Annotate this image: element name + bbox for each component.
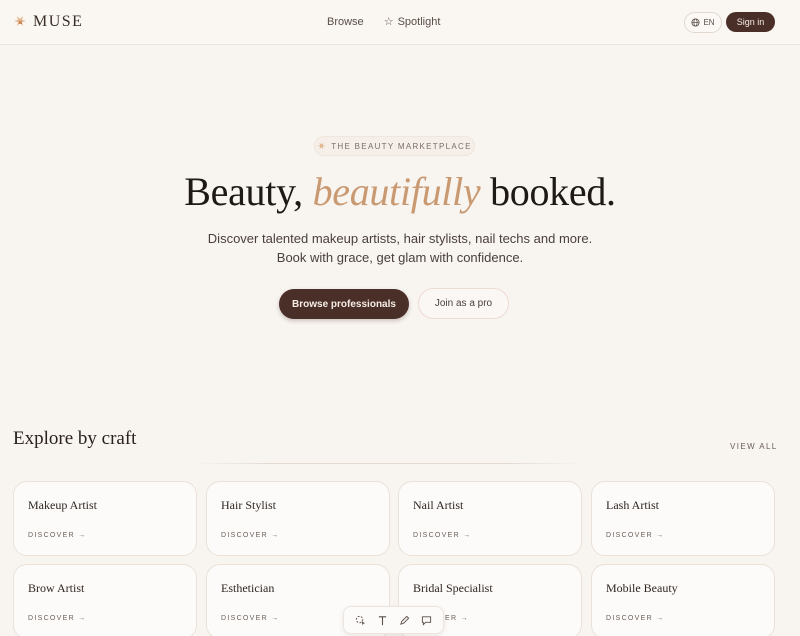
card-discover-link[interactable]: DISCOVER → (606, 615, 665, 622)
join-as-pro-button[interactable]: Join as a pro (418, 288, 509, 319)
hero-subtitle-line-2: Book with grace, get glam with confidenc… (276, 250, 524, 265)
craft-card-nail-artist[interactable]: Nail Artist DISCOVER → (398, 481, 582, 556)
sign-in-button[interactable]: Sign in (726, 12, 775, 32)
craft-card-makeup-artist[interactable]: Makeup Artist DISCOVER → (13, 481, 197, 556)
card-title: Lash Artist (606, 498, 659, 512)
hero-title-emphasis: beautifully (312, 169, 481, 214)
card-title: Makeup Artist (28, 498, 97, 512)
craft-card-mobile-beauty[interactable]: Mobile Beauty DISCOVER → (591, 564, 775, 636)
sparkle-icon (317, 142, 326, 149)
card-discover-link[interactable]: ER → (445, 615, 469, 622)
craft-card-hair-stylist[interactable]: Hair Stylist DISCOVER → (206, 481, 390, 556)
language-label: EN (703, 18, 715, 27)
view-all-link[interactable]: VIEW ALL (730, 442, 778, 451)
pen-icon[interactable] (397, 612, 413, 628)
craft-card-lash-artist[interactable]: Lash Artist DISCOVER → (591, 481, 775, 556)
hero-title-end: booked. (490, 169, 616, 214)
nav-spotlight[interactable]: ☆ Spotlight (383, 15, 441, 29)
badge-label: THE BEAUTY MARKETPLACE (331, 141, 472, 151)
globe-icon (691, 18, 700, 27)
card-discover-link[interactable]: DISCOVER → (28, 532, 87, 539)
floating-toolbar (343, 606, 444, 634)
hero-title: Beauty, beautifully booked. (0, 168, 800, 215)
language-selector[interactable]: EN (684, 12, 722, 33)
card-title: Brow Artist (28, 581, 85, 595)
nav-browse-label: Browse (327, 15, 364, 28)
marketplace-badge: THE BEAUTY MARKETPLACE (314, 136, 475, 156)
section-title: Explore by craft (13, 428, 137, 449)
card-title: Bridal Specialist (413, 581, 493, 595)
star-icon: ☆ (383, 16, 394, 28)
card-discover-link[interactable]: DISCOVER → (28, 615, 87, 622)
card-discover-link[interactable]: DISCOVER → (413, 532, 472, 539)
card-title: Mobile Beauty (606, 581, 678, 595)
card-title: Nail Artist (413, 498, 464, 512)
card-discover-link[interactable]: DISCOVER → (221, 532, 280, 539)
browse-professionals-button[interactable]: Browse professionals (279, 289, 409, 319)
site-header: MUSE Browse ☆ Spotlight EN Sign in (0, 0, 800, 45)
card-discover-link[interactable]: DISCOVER → (606, 532, 665, 539)
select-icon[interactable] (352, 612, 368, 628)
craft-card-brow-artist[interactable]: Brow Artist DISCOVER → (13, 564, 197, 636)
hero-title-start: Beauty, (184, 169, 303, 214)
comment-icon[interactable] (419, 612, 435, 628)
hero-subtitle-line-1: Discover talented makeup artists, hair s… (207, 231, 593, 246)
sparkle-logo-icon (14, 16, 26, 26)
card-title: Esthetician (221, 581, 275, 595)
text-icon[interactable] (374, 612, 390, 628)
brand-name: MUSE (33, 13, 84, 30)
section-divider (193, 463, 583, 464)
card-discover-link[interactable]: DISCOVER → (221, 615, 280, 622)
card-title: Hair Stylist (221, 498, 277, 512)
nav-spotlight-label: Spotlight (397, 15, 441, 28)
main-nav: Browse ☆ Spotlight (327, 15, 441, 29)
nav-browse[interactable]: Browse (327, 15, 364, 28)
brand-logo[interactable]: MUSE (13, 13, 83, 31)
hero-subtitle: Discover talented makeup artists, hair s… (190, 229, 610, 267)
